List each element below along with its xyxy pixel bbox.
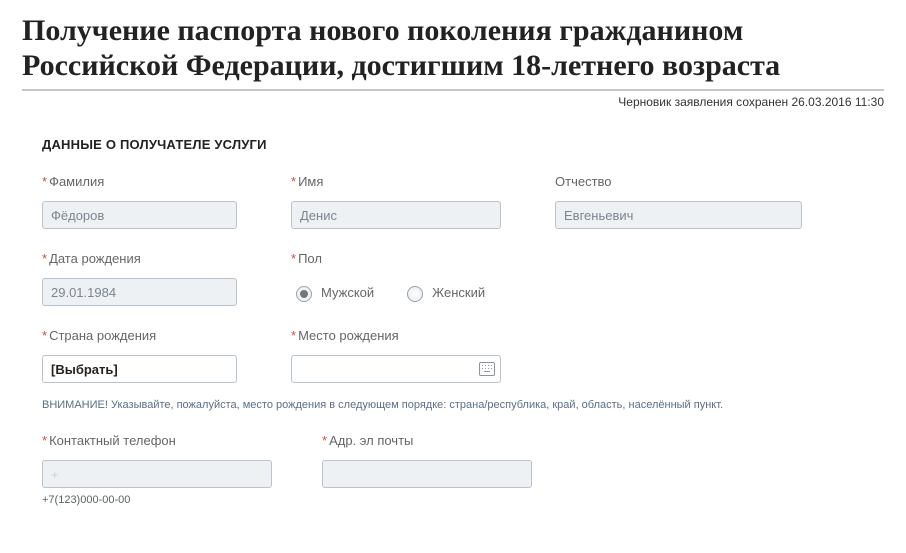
label-place: Место рождения xyxy=(291,328,501,343)
surname-field[interactable] xyxy=(42,201,237,229)
name-field[interactable] xyxy=(291,201,501,229)
country-select[interactable]: [Выбрать] xyxy=(42,355,237,383)
phone-field[interactable] xyxy=(42,460,272,488)
email-field[interactable] xyxy=(322,460,532,488)
place-hint: ВНИМАНИЕ! Указывайте, пожалуйста, место … xyxy=(42,399,822,411)
label-surname: Фамилия xyxy=(42,174,237,189)
label-patronymic: Отчество xyxy=(555,174,802,189)
dob-field[interactable] xyxy=(42,278,237,306)
label-email: Адр. эл почты xyxy=(322,433,532,448)
label-dob: Дата рождения xyxy=(42,251,237,266)
draft-saved-status: Черновик заявления сохранен 26.03.2016 1… xyxy=(22,95,884,109)
label-country: Страна рождения xyxy=(42,328,237,343)
patronymic-field[interactable] xyxy=(555,201,802,229)
label-phone: Контактный телефон xyxy=(42,433,272,448)
sex-male-label: Мужской xyxy=(321,285,374,300)
sex-female-radio[interactable]: Женский xyxy=(402,283,485,302)
place-field[interactable] xyxy=(291,355,501,383)
page-title: Получение паспорта нового поколения граж… xyxy=(22,14,884,91)
section-heading-applicant: ДАННЫЕ О ПОЛУЧАТЕЛЕ УСЛУГИ xyxy=(42,137,884,152)
label-name: Имя xyxy=(291,174,501,189)
sex-female-label: Женский xyxy=(432,285,485,300)
sex-male-radio[interactable]: Мужской xyxy=(291,283,374,302)
label-sex: Пол xyxy=(291,251,485,266)
phone-format-hint: +7(123)000-00-00 xyxy=(42,494,272,506)
